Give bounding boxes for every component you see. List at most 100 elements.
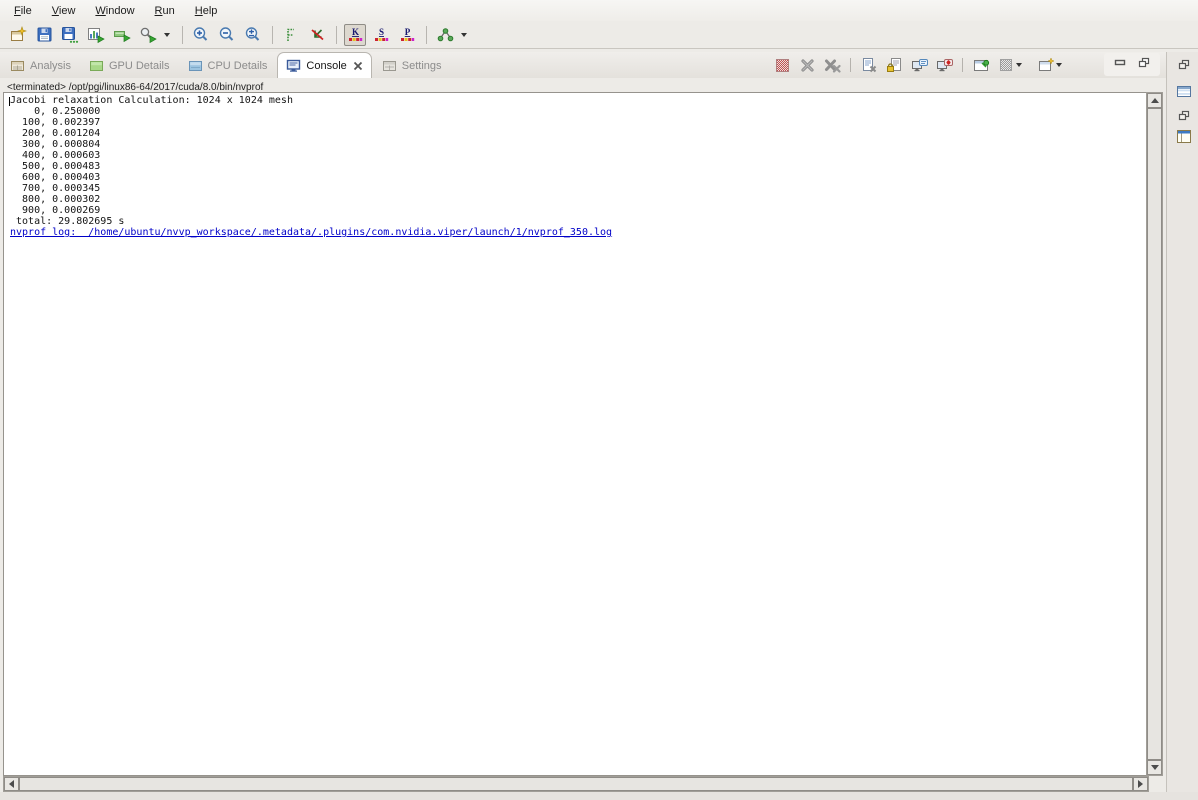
collect-metrics-icon[interactable]: [111, 24, 133, 46]
flag-marker-off-icon[interactable]: [306, 24, 328, 46]
console-output[interactable]: Jacobi relaxation Calculation: 1024 x 10…: [3, 92, 1149, 776]
console-line: total: 29.802695 s: [10, 216, 1148, 227]
console-toolbar: [766, 56, 1070, 74]
console-line: 400, 0.000603: [10, 150, 1148, 161]
new-session-icon[interactable]: [7, 24, 29, 46]
gpu-details-view-icon: [89, 59, 104, 73]
scroll-down-button[interactable]: [1147, 760, 1162, 775]
scroll-up-button[interactable]: [1147, 93, 1162, 108]
flag-marker-icon[interactable]: [280, 24, 302, 46]
generate-timeline-icon[interactable]: [85, 24, 107, 46]
window-bottom-edge: [0, 792, 1198, 800]
restore-view-icon[interactable]: [1175, 107, 1192, 124]
minimize-view-icon[interactable]: [1113, 56, 1127, 74]
svg-text:K: K: [351, 27, 358, 37]
toolbar-separator: [336, 26, 337, 44]
minimized-views-strip: [1166, 52, 1198, 800]
toolbar-separator: [426, 26, 427, 44]
console-toolbar-separator: [850, 58, 851, 72]
analyze-icon[interactable]: [137, 24, 159, 46]
tab-analysis[interactable]: Analysis: [2, 54, 79, 78]
analysis-graph-dropdown-caret[interactable]: [461, 33, 467, 37]
kernel-mode-icon[interactable]: K: [344, 24, 366, 46]
vertical-scrollbar[interactable]: [1146, 92, 1163, 776]
vertical-scrollbar-thumb[interactable]: [1147, 108, 1162, 760]
zoom-in-icon[interactable]: [190, 24, 212, 46]
main-toolbar: K S P: [0, 21, 1198, 49]
triangle-right-icon: [1138, 780, 1143, 788]
console-line: 900, 0.000269: [10, 205, 1148, 216]
scroll-right-button[interactable]: [1133, 777, 1148, 791]
zoom-fit-icon[interactable]: [242, 24, 264, 46]
console-view: <terminated> /opt/pgi/linux86-64/2017/cu…: [0, 78, 1166, 800]
settings-view-icon: [382, 59, 397, 73]
toolbar-separator: [182, 26, 183, 44]
tab-label: Settings: [402, 60, 442, 72]
save-all-icon[interactable]: [59, 24, 81, 46]
analysis-graph-icon[interactable]: [434, 24, 456, 46]
remove-all-launches-icon[interactable]: [823, 56, 841, 74]
save-icon[interactable]: [33, 24, 55, 46]
tab-settings[interactable]: Settings: [374, 54, 450, 78]
tab-label: Analysis: [30, 60, 71, 72]
console-line: 0, 0.250000: [10, 106, 1148, 117]
open-console-dropdown-caret[interactable]: [1056, 63, 1062, 67]
console-line: 600, 0.000403: [10, 172, 1148, 183]
menu-file[interactable]: File: [6, 2, 40, 20]
tab-label: CPU Details: [208, 60, 268, 72]
tab-label: GPU Details: [109, 60, 170, 72]
maximize-view-icon[interactable]: [1137, 56, 1151, 74]
nvvp-window: File View Window Run Help: [0, 0, 1198, 800]
analysis-view-icon: [10, 59, 25, 73]
tab-label: Console: [306, 60, 346, 72]
triangle-up-icon: [1151, 98, 1159, 103]
tab-cpu-details[interactable]: CPU Details: [180, 54, 276, 78]
clear-console-icon[interactable]: [860, 56, 878, 74]
remove-launch-icon[interactable]: [798, 56, 816, 74]
stream-mode-icon[interactable]: S: [370, 24, 392, 46]
svg-text:S: S: [378, 27, 383, 37]
details-view-icon[interactable]: [1175, 128, 1192, 145]
console-line: 300, 0.000804: [10, 139, 1148, 150]
console-line: 500, 0.000483: [10, 161, 1148, 172]
view-minmax-buttons: [1104, 53, 1160, 76]
svg-text:P: P: [404, 27, 410, 37]
scroll-lock-icon[interactable]: [885, 56, 903, 74]
menu-run[interactable]: Run: [147, 2, 183, 20]
analyze-dropdown-caret[interactable]: [164, 33, 170, 37]
close-icon[interactable]: [353, 61, 363, 71]
terminate-icon[interactable]: [773, 56, 791, 74]
horizontal-scrollbar[interactable]: [3, 776, 1149, 792]
zoom-out-icon[interactable]: [216, 24, 238, 46]
pin-console-icon[interactable]: [972, 56, 990, 74]
triangle-down-icon: [1151, 765, 1159, 770]
process-mode-icon[interactable]: P: [396, 24, 418, 46]
text-cursor: [9, 97, 10, 106]
nvprof-log-link[interactable]: nvprof log: /home/ubuntu/nvvp_workspace/…: [10, 227, 1148, 238]
horizontal-scrollbar-thumb[interactable]: [19, 777, 1133, 791]
console-line: 100, 0.002397: [10, 117, 1148, 128]
tab-gpu-details[interactable]: GPU Details: [81, 54, 178, 78]
console-line: 800, 0.000302: [10, 194, 1148, 205]
tab-console[interactable]: Console: [277, 52, 371, 78]
scroll-left-button[interactable]: [4, 777, 19, 791]
menu-help[interactable]: Help: [187, 2, 226, 20]
toolbar-separator: [272, 26, 273, 44]
triangle-left-icon: [9, 780, 14, 788]
properties-view-icon[interactable]: [1175, 83, 1192, 100]
show-stderr-icon[interactable]: [935, 56, 953, 74]
restore-view-icon[interactable]: [1175, 56, 1192, 73]
cpu-details-view-icon: [188, 59, 203, 73]
console-line: 700, 0.000345: [10, 183, 1148, 194]
show-stdout-icon[interactable]: [910, 56, 928, 74]
display-console-dropdown-caret[interactable]: [1016, 63, 1022, 67]
console-view-icon: [286, 59, 301, 73]
console-line: 200, 0.001204: [10, 128, 1148, 139]
menu-window[interactable]: Window: [87, 2, 142, 20]
open-console-icon[interactable]: [1037, 56, 1055, 74]
display-selected-console-icon[interactable]: [997, 56, 1015, 74]
menu-view[interactable]: View: [44, 2, 84, 20]
menubar: File View Window Run Help: [0, 0, 1198, 21]
console-line: Jacobi relaxation Calculation: 1024 x 10…: [10, 95, 1148, 106]
console-toolbar-separator: [962, 58, 963, 72]
